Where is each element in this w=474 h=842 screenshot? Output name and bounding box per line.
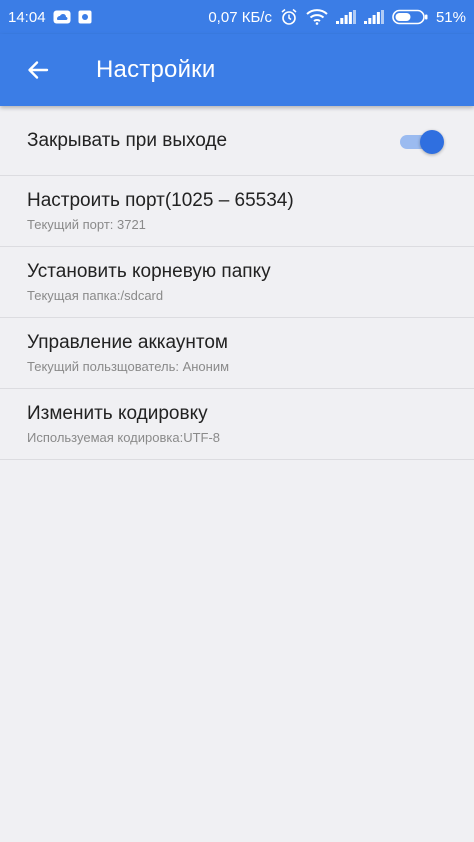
- close-on-exit-toggle[interactable]: [398, 130, 444, 154]
- arrow-left-icon: [27, 59, 49, 81]
- page-title: Настройки: [96, 56, 216, 83]
- setting-title: Установить корневую папку: [27, 260, 271, 282]
- toggle-thumb: [420, 130, 444, 154]
- setting-subtitle: Текущий порт: 3721: [27, 216, 146, 232]
- setting-port[interactable]: Настроить порт(1025 – 65534) Текущий пор…: [0, 176, 474, 247]
- setting-account[interactable]: Управление аккаунтом Текущий пользщовате…: [0, 318, 474, 389]
- cloud-icon: [53, 10, 71, 24]
- signal-icon: [363, 10, 384, 24]
- setting-root-folder[interactable]: Установить корневую папку Текущая папка:…: [0, 247, 474, 318]
- setting-encoding[interactable]: Изменить кодировку Используемая кодировк…: [0, 389, 474, 460]
- battery-percent: 51%: [435, 8, 466, 26]
- network-speed: 0,07 КБ/с: [208, 8, 272, 26]
- battery-icon: [392, 9, 428, 25]
- setting-title: Управление аккаунтом: [27, 331, 228, 353]
- wifi-icon: [306, 9, 328, 25]
- app-icon: [78, 10, 92, 24]
- app-bar: Настройки: [0, 34, 474, 106]
- status-bar: 14:04 0,07 КБ/с 51%: [0, 0, 474, 34]
- setting-title: Изменить кодировку: [27, 402, 208, 424]
- back-button[interactable]: [10, 42, 66, 98]
- setting-title: Настроить порт(1025 – 65534): [27, 189, 294, 211]
- settings-list: Закрывать при выходе Настроить порт(1025…: [0, 106, 474, 460]
- setting-close-on-exit[interactable]: Закрывать при выходе: [0, 106, 474, 176]
- signal-icon: [335, 10, 356, 24]
- alarm-icon: [280, 8, 298, 26]
- setting-subtitle: Используемая кодировка:UTF-8: [27, 429, 221, 445]
- status-time: 14:04: [8, 8, 46, 26]
- setting-subtitle: Текущая папка:/sdcard: [27, 287, 164, 303]
- setting-subtitle: Текущий пользщователь: Аноним: [27, 358, 230, 374]
